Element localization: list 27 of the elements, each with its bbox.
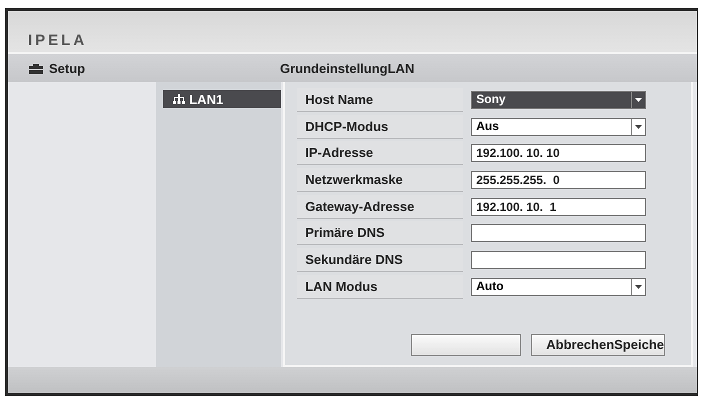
dropdown[interactable]: Sony [471, 91, 646, 109]
caret-icon [635, 98, 642, 102]
field-label: IP-Adresse [297, 141, 464, 166]
setup-link[interactable]: Setup [49, 60, 86, 76]
input-field[interactable] [471, 224, 646, 242]
input-field[interactable]: 255.255.255. 0 [471, 171, 646, 190]
field-label: LAN Modus [297, 274, 464, 299]
dropdown[interactable]: Aus [471, 118, 646, 136]
network-icon [173, 94, 186, 104]
logo: IPELA [28, 32, 88, 49]
toolbox-icon [28, 62, 44, 74]
menu-item[interactable]: LAN1 [163, 90, 282, 108]
blank-button[interactable] [411, 334, 522, 356]
caret-icon [635, 284, 642, 289]
input-field[interactable] [471, 251, 646, 270]
field-label: Gateway-Adresse [297, 194, 464, 219]
input-field[interactable]: 192.100. 10. 1 [471, 198, 646, 216]
caret-icon [635, 124, 642, 129]
page-title: GrundeinstellungLAN [280, 60, 414, 76]
form-button[interactable]: AbbrechenSpeiche [531, 334, 665, 356]
dropdown[interactable]: Auto [471, 278, 646, 296]
field-label: Host Name [297, 88, 464, 112]
field-label: Netzwerkmaske [297, 168, 464, 192]
field-label: Sekundäre DNS [297, 248, 464, 272]
input-field[interactable]: 192.100. 10. 10 [471, 144, 646, 162]
field-label: Primäre DNS [297, 221, 464, 246]
field-label: DHCP-Modus [297, 114, 464, 139]
